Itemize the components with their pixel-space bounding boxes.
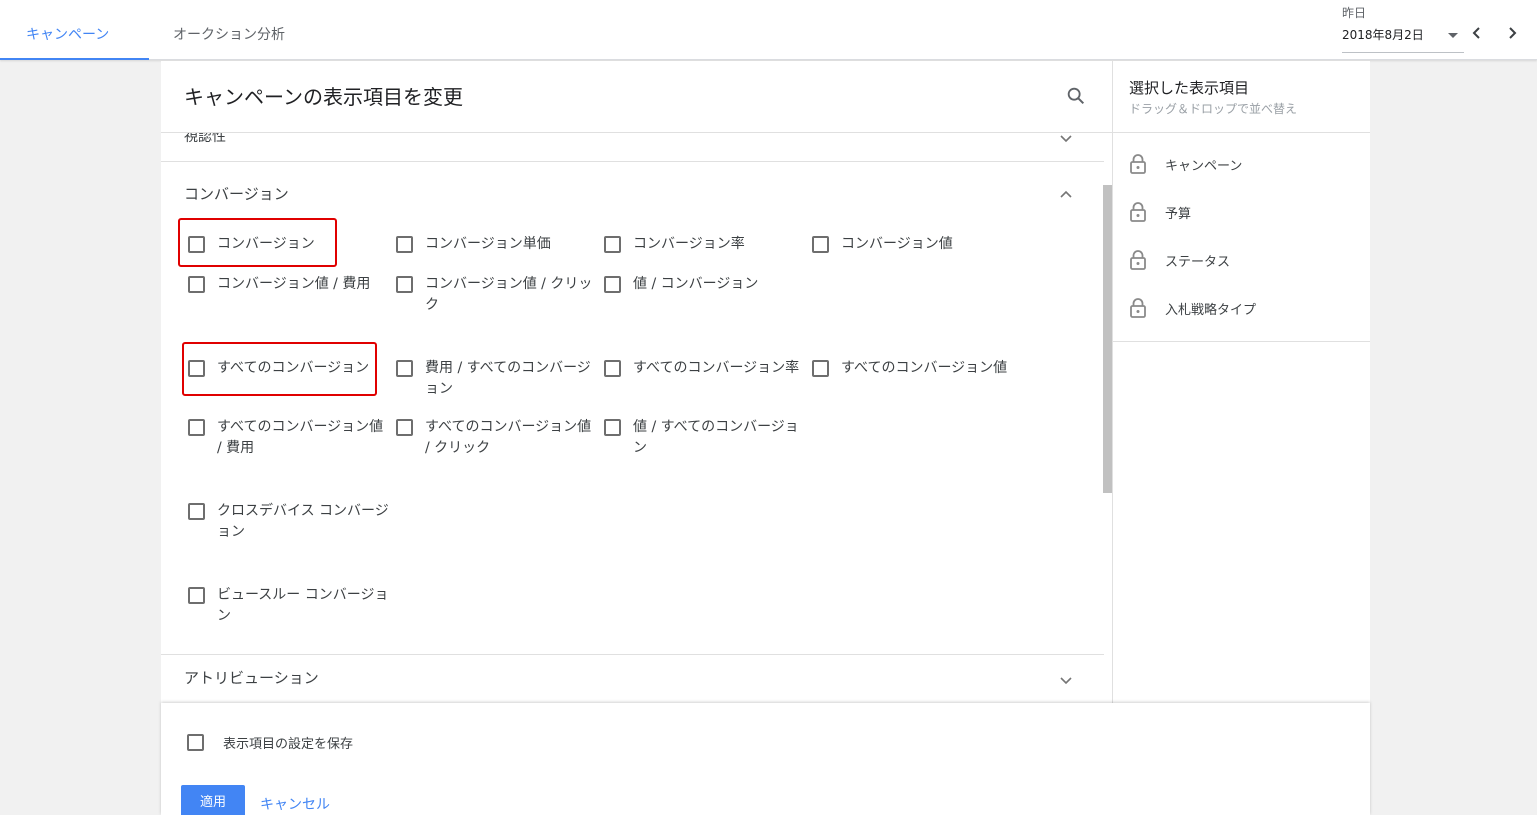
checkbox-all-conversion-value[interactable]: すべてのコンバージョン値 (812, 358, 1013, 379)
selected-item-label: 入札戦略タイプ (1165, 302, 1257, 318)
checkbox-box[interactable] (812, 360, 829, 377)
section-attribution-label: アトリビューション (184, 669, 319, 687)
apply-button[interactable]: 適用 (181, 785, 245, 815)
checkbox-box[interactable] (812, 236, 829, 253)
divider (161, 654, 1104, 655)
checkbox-label: すべてのコンバージョン値 / 費用 (217, 419, 384, 456)
lock-icon (1130, 298, 1146, 318)
checkbox-label: 値 / コンバージョン (633, 276, 759, 292)
top-bar: キャンペーン オークション分析 昨日 2018年8月2日 (0, 0, 1537, 60)
checkbox-all-conv-value-per-click[interactable]: すべてのコンバージョン値 / クリック (396, 417, 597, 459)
checkbox-box[interactable] (604, 276, 621, 293)
date-range-label: 昨日 (1342, 6, 1367, 20)
checkbox-label: コンバージョン単価 (425, 236, 551, 252)
lock-icon (1130, 202, 1146, 222)
checkbox-cost-per-conversion[interactable]: コンバージョン単価 (396, 234, 597, 255)
divider (1113, 132, 1370, 133)
checkbox-conv-value-per-click[interactable]: コンバージョン値 / クリック (396, 274, 597, 316)
checkbox-all-conv-value-per-cost[interactable]: すべてのコンバージョン値 / 費用 (188, 417, 389, 459)
date-underline (1342, 52, 1464, 53)
dialog-footer: 表示項目の設定を保存 適用 キャンセル (161, 703, 1370, 815)
checkbox-cross-device-conversions[interactable]: クロスデバイス コンバージョン (188, 501, 389, 543)
checkbox-label: 費用 / すべてのコンバージョン (425, 360, 591, 397)
section-conversions-label: コンバージョン (184, 185, 289, 203)
tab-campaign[interactable]: キャンペーン (26, 0, 109, 60)
checkbox-box[interactable] (396, 276, 413, 293)
selected-item-budget[interactable]: 予算 (1129, 200, 1191, 224)
scrollbar-thumb[interactable] (1103, 185, 1112, 493)
chevron-right-icon[interactable] (1503, 24, 1521, 42)
checkbox-box[interactable] (396, 419, 413, 436)
lock-icon (1130, 250, 1146, 270)
tab-auction-insights[interactable]: オークション分析 (173, 0, 285, 60)
chevron-left-icon[interactable] (1468, 24, 1486, 42)
column-editor-dialog: 視認性 キャンペーンの表示項目を変更 コンバージョン コンバージョン コンバージ… (161, 61, 1370, 815)
checkbox-box[interactable] (188, 587, 205, 604)
checkbox-box[interactable] (396, 236, 413, 253)
selected-item-campaign[interactable]: キャンペーン (1129, 152, 1242, 176)
checkbox-conversion-value[interactable]: コンバージョン値 (812, 234, 1013, 255)
selected-columns-subtitle: ドラッグ＆ドロップで並べ替え (1129, 102, 1298, 116)
save-column-settings-checkbox[interactable]: 表示項目の設定を保存 (187, 733, 353, 752)
checkbox-label: クロスデバイス コンバージョン (217, 503, 389, 540)
save-column-settings-label: 表示項目の設定を保存 (223, 737, 354, 752)
checkbox-label: すべてのコンバージョン値 (841, 360, 1008, 376)
lock-icon (1130, 154, 1146, 174)
checkbox-box[interactable] (396, 360, 413, 377)
checkbox-conversion-rate[interactable]: コンバージョン率 (604, 234, 805, 255)
highlight-box (182, 342, 377, 396)
checkbox-box[interactable] (188, 503, 205, 520)
checkbox-label: コンバージョン率 (633, 236, 745, 252)
checkbox-label: コンバージョン値 (841, 236, 953, 252)
checkbox-box[interactable] (188, 419, 205, 436)
checkbox-view-through-conversions[interactable]: ビュースルー コンバージョン (188, 585, 389, 627)
checkbox-box[interactable] (604, 236, 621, 253)
checkbox-value-per-all-conversions[interactable]: 値 / すべてのコンバージョン (604, 417, 805, 459)
checkbox-box[interactable] (604, 419, 621, 436)
checkbox-label: コンバージョン値 / クリック (425, 276, 593, 313)
checkbox-value-per-conversion[interactable]: 値 / コンバージョン (604, 274, 805, 295)
checkbox-box[interactable] (188, 276, 205, 293)
checkbox-label: 値 / すべてのコンバージョン (633, 419, 799, 456)
dialog-title: キャンペーンの表示項目を変更 (184, 85, 463, 109)
divider (1113, 341, 1370, 342)
selected-item-label: キャンペーン (1165, 158, 1243, 174)
checkbox-box[interactable] (187, 734, 204, 751)
highlight-box (178, 218, 337, 267)
checkbox-label: ビュースルー コンバージョン (217, 587, 389, 624)
section-conversions[interactable]: コンバージョン (161, 183, 1104, 207)
checkbox-label: すべてのコンバージョン率 (633, 360, 800, 376)
dropdown-arrow-icon[interactable] (1446, 28, 1460, 42)
checkbox-cost-per-all-conversions[interactable]: 費用 / すべてのコンバージョン (396, 358, 597, 400)
section-attribution[interactable]: アトリビューション (161, 667, 1104, 691)
selected-columns-title: 選択した表示項目 (1129, 79, 1250, 97)
dialog-header: キャンペーンの表示項目を変更 (161, 61, 1112, 133)
selected-item-status[interactable]: ステータス (1129, 248, 1230, 272)
checkbox-all-conversion-rate[interactable]: すべてのコンバージョン率 (604, 358, 805, 379)
cancel-button[interactable]: キャンセル (260, 794, 330, 814)
checkbox-label: すべてのコンバージョン値 / クリック (425, 419, 592, 456)
checkbox-box[interactable] (604, 360, 621, 377)
selected-item-label: 予算 (1165, 206, 1192, 222)
chevron-up-icon[interactable] (1058, 187, 1074, 203)
active-tab-indicator (0, 58, 149, 60)
date-range-picker[interactable]: 2018年8月2日 (1342, 26, 1424, 43)
divider (161, 161, 1104, 162)
selected-item-bid-strategy-type[interactable]: 入札戦略タイプ (1129, 296, 1256, 320)
checkbox-conv-value-per-cost[interactable]: コンバージョン値 / 費用 (188, 274, 389, 295)
selected-item-label: ステータス (1165, 254, 1231, 270)
selected-columns-pane: 選択した表示項目 ドラッグ＆ドロップで並べ替え キャンペーン 予算 ステータス … (1112, 61, 1370, 703)
checkbox-label: コンバージョン値 / 費用 (217, 276, 371, 292)
chevron-down-icon[interactable] (1058, 672, 1074, 688)
columns-list-pane: 視認性 キャンペーンの表示項目を変更 コンバージョン コンバージョン コンバージ… (161, 61, 1112, 703)
search-icon[interactable] (1065, 85, 1087, 107)
